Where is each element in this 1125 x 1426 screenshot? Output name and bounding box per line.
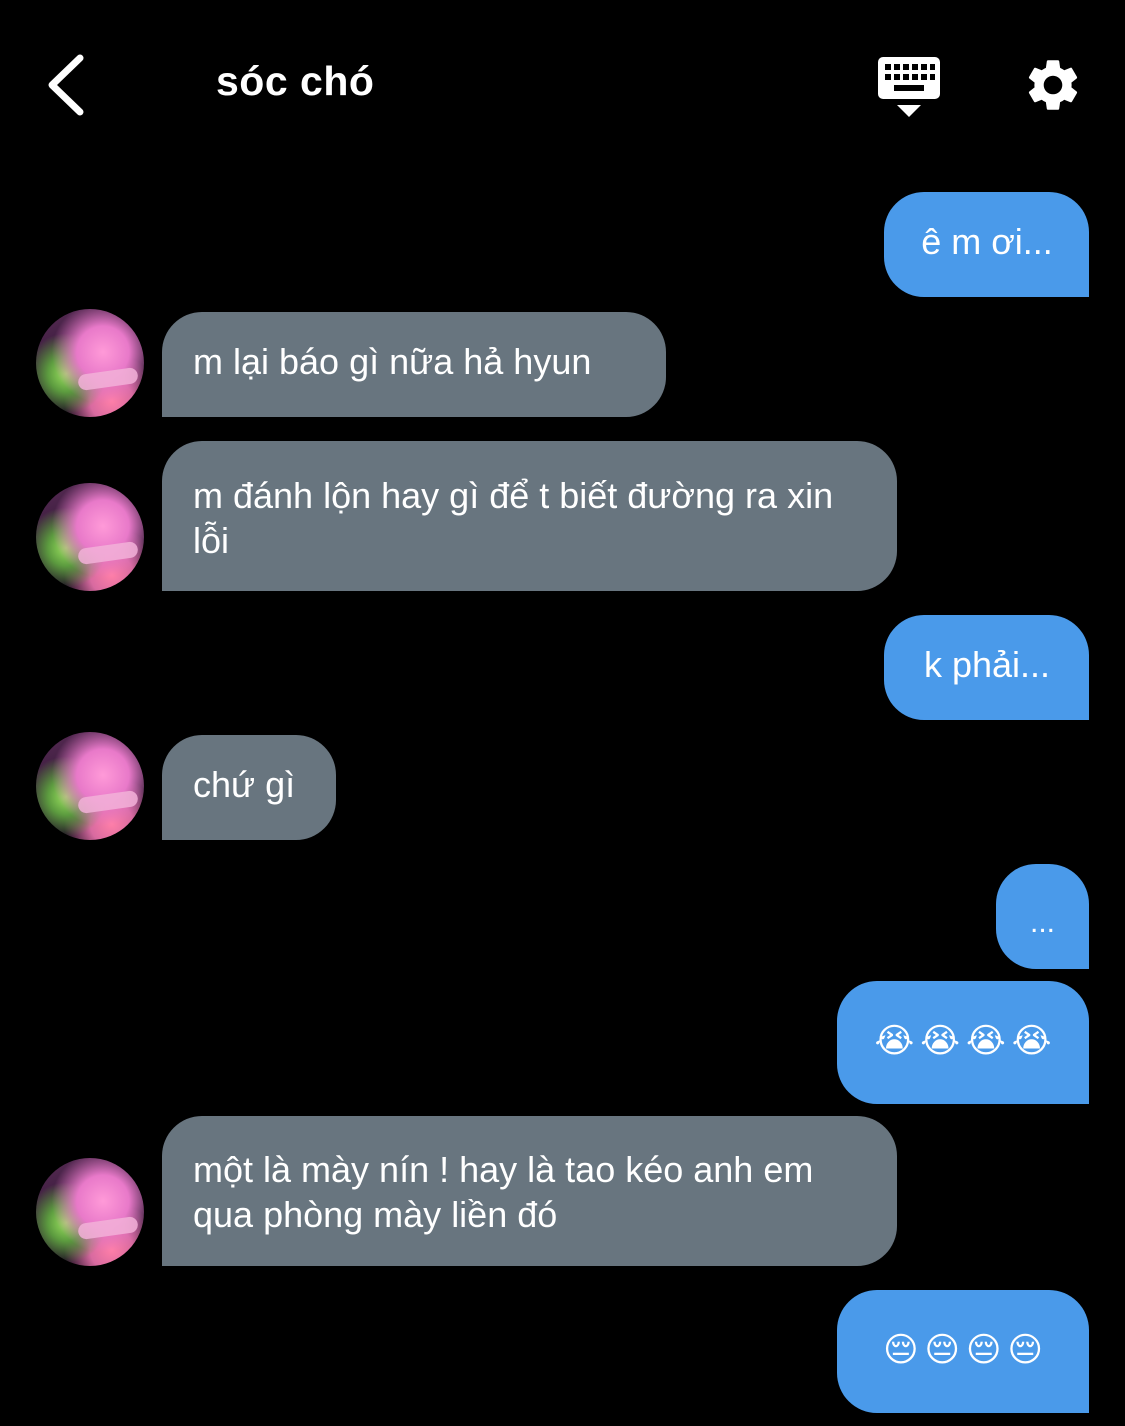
- incoming-message[interactable]: một là mày nín ! hay là tao kéo anh em q…: [162, 1116, 897, 1266]
- message-text: chứ gì: [193, 764, 296, 805]
- outgoing-message[interactable]: k phải...: [884, 615, 1089, 720]
- settings-button[interactable]: [1022, 54, 1084, 116]
- message-text: ...: [1029, 906, 1055, 939]
- outgoing-message[interactable]: ...: [996, 864, 1089, 969]
- contact-avatar[interactable]: [36, 732, 144, 840]
- message-text: 😭😭😭😭: [874, 1022, 1058, 1060]
- message-text: m lại báo gì nữa hả hyun: [193, 341, 592, 382]
- message-text: k phải...: [923, 644, 1051, 685]
- outgoing-message[interactable]: 😔😔😔😔: [837, 1290, 1089, 1413]
- incoming-message[interactable]: chứ gì: [162, 735, 336, 840]
- contact-avatar[interactable]: [36, 483, 144, 591]
- contact-avatar[interactable]: [36, 1158, 144, 1266]
- incoming-message[interactable]: m đánh lộn hay gì để t biết đường ra xin…: [162, 441, 897, 591]
- chevron-left-icon: [48, 54, 84, 116]
- outgoing-message[interactable]: ê m ơi...: [884, 192, 1089, 297]
- chat-title: sóc chó: [216, 58, 375, 104]
- message-text: 😔😔😔😔: [883, 1331, 1049, 1369]
- message-text: m đánh lộn hay gì để t biết đường ra xin…: [193, 475, 834, 561]
- contact-avatar[interactable]: [36, 309, 144, 417]
- back-button[interactable]: [40, 50, 100, 120]
- keyboard-toggle-button[interactable]: [876, 55, 942, 119]
- outgoing-message[interactable]: 😭😭😭😭: [837, 981, 1089, 1104]
- chat-header: sóc chó: [0, 0, 1125, 170]
- incoming-message[interactable]: m lại báo gì nữa hả hyun: [162, 312, 666, 417]
- message-text: một là mày nín ! hay là tao kéo anh em q…: [193, 1149, 814, 1235]
- gear-icon: [1028, 60, 1078, 110]
- message-text: ê m ơi...: [921, 221, 1053, 262]
- keyboard-hide-icon: [878, 57, 940, 117]
